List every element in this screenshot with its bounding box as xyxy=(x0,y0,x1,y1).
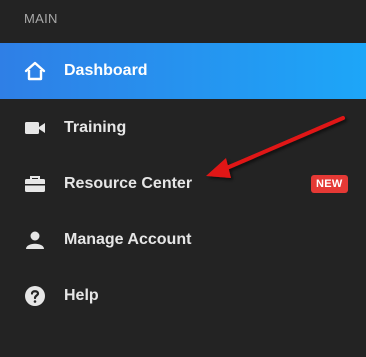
sidebar-item-resource-center[interactable]: Resource Center NEW xyxy=(0,156,366,212)
new-badge: NEW xyxy=(311,175,348,193)
sidebar-item-training[interactable]: Training xyxy=(0,100,366,156)
briefcase-icon xyxy=(24,173,46,195)
help-circle-icon xyxy=(24,285,46,307)
sidebar-item-dashboard[interactable]: Dashboard xyxy=(0,43,366,99)
video-camera-icon xyxy=(24,117,46,139)
sidebar-item-help[interactable]: Help xyxy=(0,268,366,324)
sidebar-item-label: Training xyxy=(64,119,127,136)
home-icon xyxy=(24,60,46,82)
sidebar-item-label: Dashboard xyxy=(64,62,148,79)
sidebar-item-manage-account[interactable]: Manage Account xyxy=(0,212,366,268)
user-icon xyxy=(24,229,46,251)
sidebar-item-label: Resource Center xyxy=(64,175,193,192)
sidebar-item-label: Help xyxy=(64,287,99,304)
section-label: MAIN xyxy=(24,11,58,26)
sidebar-item-label: Manage Account xyxy=(64,231,192,248)
